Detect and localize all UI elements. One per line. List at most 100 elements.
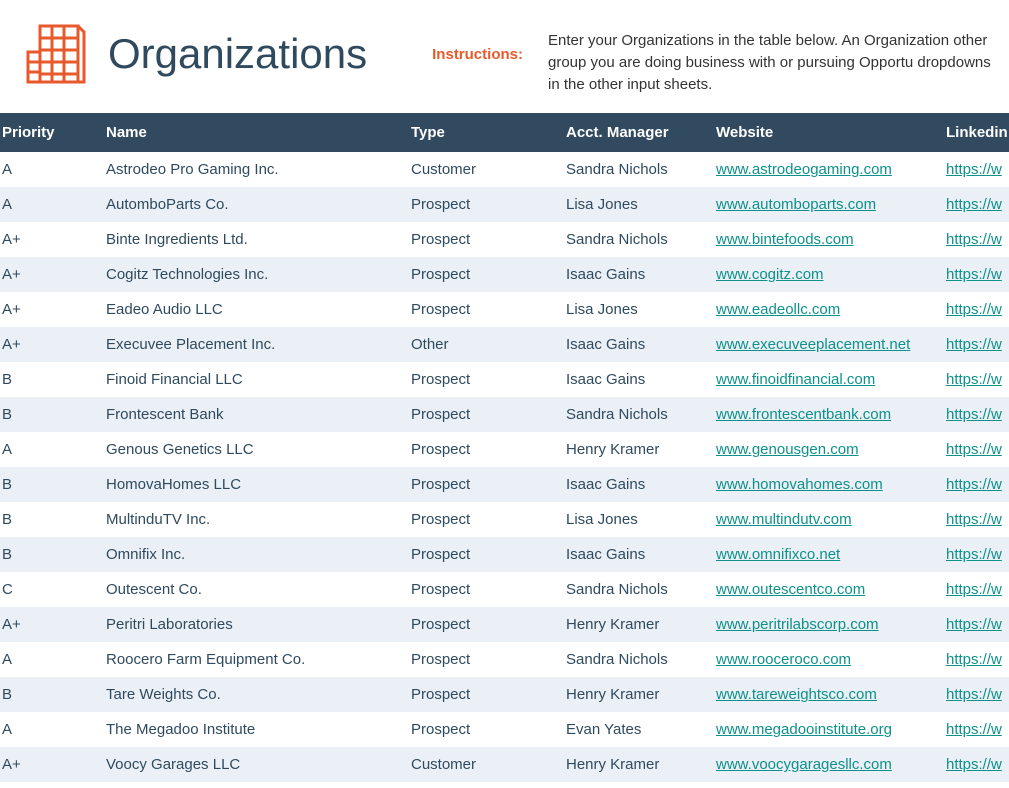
cell-priority[interactable]: A+ <box>0 607 100 642</box>
website-link[interactable]: www.rooceroco.com <box>716 651 851 668</box>
cell-manager[interactable]: Lisa Jones <box>560 292 710 327</box>
website-link[interactable]: www.genousgen.com <box>716 441 859 458</box>
cell-linkedin[interactable]: https://w <box>940 362 1009 397</box>
cell-type[interactable]: Prospect <box>405 362 560 397</box>
linkedin-link[interactable]: https://w <box>946 266 1002 283</box>
cell-website[interactable]: www.voocygaragesllc.com <box>710 747 940 782</box>
cell-linkedin[interactable]: https://w <box>940 607 1009 642</box>
cell-type[interactable]: Prospect <box>405 187 560 222</box>
cell-website[interactable]: www.automboparts.com <box>710 187 940 222</box>
table-row[interactable]: BFinoid Financial LLCProspectIsaac Gains… <box>0 362 1009 397</box>
cell-priority[interactable]: A+ <box>0 222 100 257</box>
table-row[interactable]: A+Eadeo Audio LLCProspectLisa Joneswww.e… <box>0 292 1009 327</box>
cell-linkedin[interactable]: https://w <box>940 187 1009 222</box>
cell-name[interactable]: Astrodeo Pro Gaming Inc. <box>100 152 405 187</box>
cell-linkedin[interactable]: https://w <box>940 642 1009 677</box>
cell-type[interactable]: Customer <box>405 747 560 782</box>
cell-name[interactable]: Peritri Laboratories <box>100 607 405 642</box>
linkedin-link[interactable]: https://w <box>946 756 1002 773</box>
cell-manager[interactable]: Sandra Nichols <box>560 222 710 257</box>
cell-priority[interactable]: A <box>0 187 100 222</box>
cell-type[interactable]: Prospect <box>405 432 560 467</box>
website-link[interactable]: www.outescentco.com <box>716 581 865 598</box>
table-row[interactable]: BOmnifix Inc.ProspectIsaac Gainswww.omni… <box>0 537 1009 572</box>
cell-linkedin[interactable]: https://w <box>940 397 1009 432</box>
linkedin-link[interactable]: https://w <box>946 546 1002 563</box>
table-row[interactable]: A+Binte Ingredients Ltd.ProspectSandra N… <box>0 222 1009 257</box>
cell-priority[interactable]: A+ <box>0 327 100 362</box>
cell-linkedin[interactable]: https://w <box>940 467 1009 502</box>
cell-name[interactable]: Execuvee Placement Inc. <box>100 327 405 362</box>
cell-linkedin[interactable]: https://w <box>940 677 1009 712</box>
cell-linkedin[interactable]: https://w <box>940 327 1009 362</box>
cell-name[interactable]: Roocero Farm Equipment Co. <box>100 642 405 677</box>
cell-name[interactable]: Outescent Co. <box>100 572 405 607</box>
cell-priority[interactable]: B <box>0 537 100 572</box>
cell-linkedin[interactable]: https://w <box>940 222 1009 257</box>
cell-website[interactable]: www.frontescentbank.com <box>710 397 940 432</box>
cell-website[interactable]: www.cogitz.com <box>710 257 940 292</box>
website-link[interactable]: www.finoidfinancial.com <box>716 371 875 388</box>
linkedin-link[interactable]: https://w <box>946 196 1002 213</box>
website-link[interactable]: www.astrodeogaming.com <box>716 161 892 178</box>
cell-manager[interactable]: Sandra Nichols <box>560 642 710 677</box>
linkedin-link[interactable]: https://w <box>946 721 1002 738</box>
cell-type[interactable]: Prospect <box>405 397 560 432</box>
cell-priority[interactable]: B <box>0 397 100 432</box>
cell-website[interactable]: www.omnifixco.net <box>710 537 940 572</box>
cell-website[interactable]: www.finoidfinancial.com <box>710 362 940 397</box>
linkedin-link[interactable]: https://w <box>946 651 1002 668</box>
col-header-type[interactable]: Type <box>405 113 560 152</box>
col-header-name[interactable]: Name <box>100 113 405 152</box>
cell-name[interactable]: Genous Genetics LLC <box>100 432 405 467</box>
cell-website[interactable]: www.outescentco.com <box>710 572 940 607</box>
website-link[interactable]: www.cogitz.com <box>716 266 824 283</box>
table-row[interactable]: ARoocero Farm Equipment Co.ProspectSandr… <box>0 642 1009 677</box>
cell-linkedin[interactable]: https://w <box>940 432 1009 467</box>
cell-website[interactable]: www.megadooinstitute.org <box>710 712 940 747</box>
cell-priority[interactable]: A+ <box>0 257 100 292</box>
cell-linkedin[interactable]: https://w <box>940 292 1009 327</box>
cell-type[interactable]: Prospect <box>405 467 560 502</box>
cell-name[interactable]: Finoid Financial LLC <box>100 362 405 397</box>
cell-name[interactable]: Tare Weights Co. <box>100 677 405 712</box>
cell-manager[interactable]: Sandra Nichols <box>560 572 710 607</box>
cell-type[interactable]: Prospect <box>405 222 560 257</box>
cell-manager[interactable]: Henry Kramer <box>560 607 710 642</box>
table-row[interactable]: A+Execuvee Placement Inc.OtherIsaac Gain… <box>0 327 1009 362</box>
cell-manager[interactable]: Henry Kramer <box>560 432 710 467</box>
linkedin-link[interactable]: https://w <box>946 301 1002 318</box>
cell-manager[interactable]: Isaac Gains <box>560 327 710 362</box>
cell-manager[interactable]: Evan Yates <box>560 712 710 747</box>
cell-manager[interactable]: Lisa Jones <box>560 502 710 537</box>
cell-name[interactable]: The Megadoo Institute <box>100 712 405 747</box>
cell-linkedin[interactable]: https://w <box>940 747 1009 782</box>
linkedin-link[interactable]: https://w <box>946 406 1002 423</box>
cell-priority[interactable]: B <box>0 502 100 537</box>
col-header-priority[interactable]: Priority <box>0 113 100 152</box>
website-link[interactable]: www.frontescentbank.com <box>716 406 891 423</box>
table-row[interactable]: AAstrodeo Pro Gaming Inc.CustomerSandra … <box>0 152 1009 187</box>
website-link[interactable]: www.megadooinstitute.org <box>716 721 892 738</box>
table-row[interactable]: AGenous Genetics LLCProspectHenry Kramer… <box>0 432 1009 467</box>
cell-manager[interactable]: Lisa Jones <box>560 187 710 222</box>
website-link[interactable]: www.homovahomes.com <box>716 476 883 493</box>
table-row[interactable]: BTare Weights Co.ProspectHenry Kramerwww… <box>0 677 1009 712</box>
cell-priority[interactable]: A+ <box>0 747 100 782</box>
linkedin-link[interactable]: https://w <box>946 161 1002 178</box>
table-row[interactable]: A+Peritri LaboratoriesProspectHenry Kram… <box>0 607 1009 642</box>
cell-manager[interactable]: Isaac Gains <box>560 467 710 502</box>
cell-website[interactable]: www.eadeollc.com <box>710 292 940 327</box>
linkedin-link[interactable]: https://w <box>946 476 1002 493</box>
linkedin-link[interactable]: https://w <box>946 616 1002 633</box>
cell-priority[interactable]: B <box>0 467 100 502</box>
website-link[interactable]: www.execuveeplacement.net <box>716 336 910 353</box>
website-link[interactable]: www.tareweightsco.com <box>716 686 877 703</box>
linkedin-link[interactable]: https://w <box>946 511 1002 528</box>
table-row[interactable]: A+Voocy Garages LLCCustomerHenry Kramerw… <box>0 747 1009 782</box>
cell-priority[interactable]: A <box>0 432 100 467</box>
cell-name[interactable]: Binte Ingredients Ltd. <box>100 222 405 257</box>
cell-linkedin[interactable]: https://w <box>940 712 1009 747</box>
col-header-manager[interactable]: Acct. Manager <box>560 113 710 152</box>
cell-name[interactable]: HomovaHomes LLC <box>100 467 405 502</box>
